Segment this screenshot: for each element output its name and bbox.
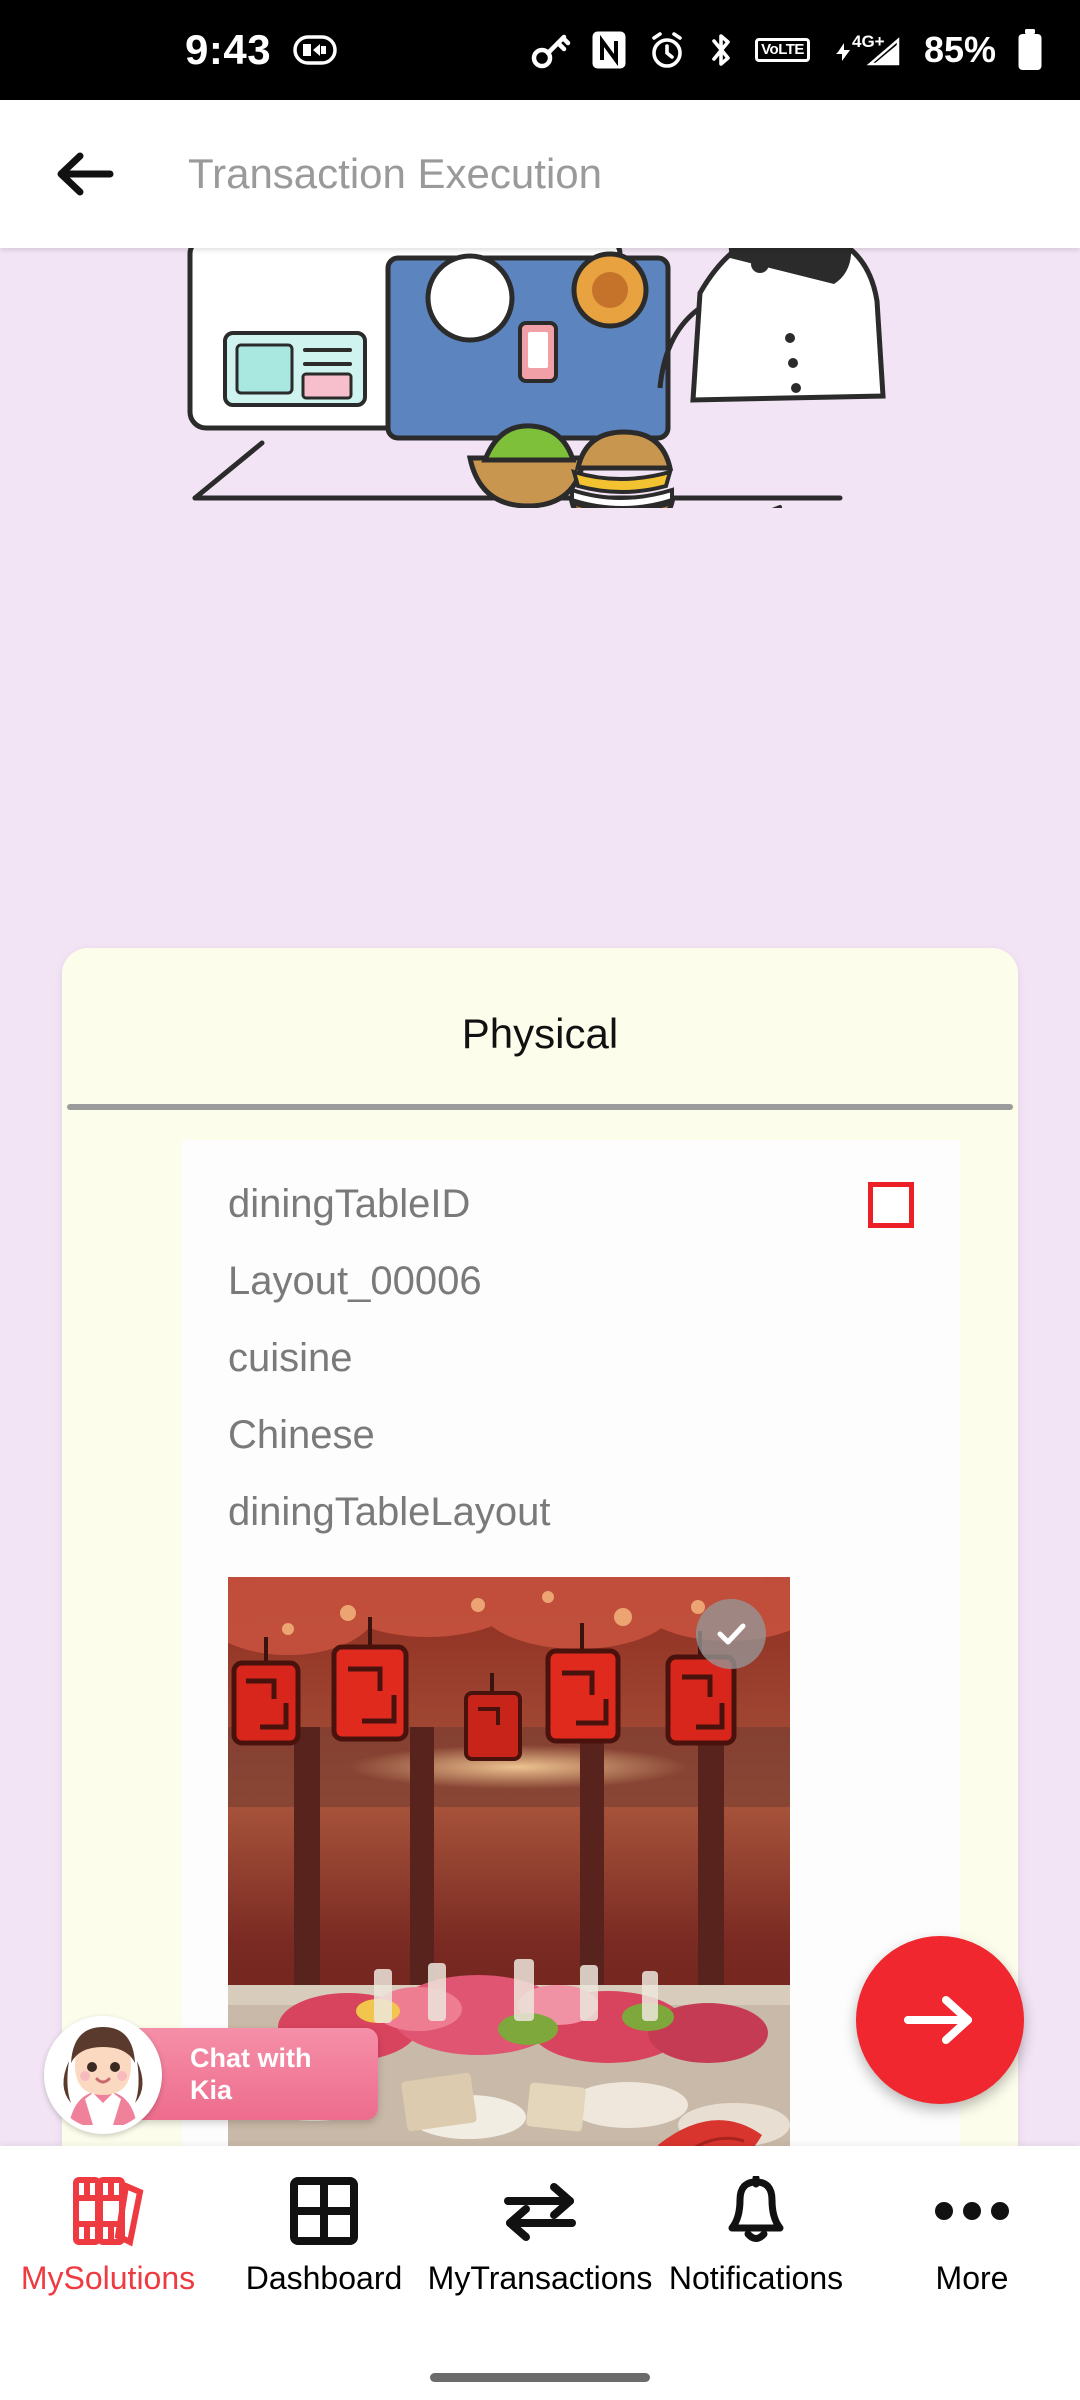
volte-icon: VoLTE — [755, 38, 810, 62]
field-value: Chinese — [228, 1413, 375, 1457]
ellipsis-icon — [934, 2172, 1010, 2250]
field-row[interactable]: diningTableLayout — [182, 1474, 960, 1551]
field-row[interactable]: diningTableID — [182, 1166, 960, 1243]
status-bar: 9:43 VoLTE 4G+ 85% — [0, 0, 1080, 100]
grid-icon — [289, 2172, 359, 2250]
nav-item-mytransactions[interactable]: MyTransactions — [428, 2172, 652, 2297]
chat-label-line2: Kia — [190, 2075, 233, 2105]
nav-label: Notifications — [668, 2260, 844, 2296]
fields-panel: diningTableID Layout_00006 cuisine Chine… — [182, 1140, 960, 2146]
status-bar-left: 9:43 — [185, 26, 337, 74]
books-icon — [70, 2172, 146, 2250]
bottom-navigation: MySolutions Dashboard MyTransactions Not… — [0, 2146, 1080, 2400]
field-value: Layout_00006 — [228, 1259, 482, 1303]
field-label: diningTableLayout — [228, 1490, 551, 1534]
cast-icon — [293, 35, 337, 65]
card-divider — [67, 1104, 1013, 1110]
nav-item-dashboard[interactable]: Dashboard — [216, 2172, 432, 2297]
home-indicator[interactable] — [430, 2373, 650, 2382]
field-label: diningTableID — [228, 1182, 471, 1226]
arrow-right-icon — [904, 1996, 972, 2044]
bell-icon — [725, 2172, 787, 2250]
field-row[interactable]: Layout_00006 — [182, 1243, 960, 1320]
chat-label: Chat with Kia — [190, 2042, 312, 2106]
chat-with-kia-widget[interactable]: Chat with Kia — [44, 2016, 378, 2134]
nfc-icon — [591, 30, 627, 70]
photo-selected-badge[interactable] — [696, 1599, 766, 1669]
battery-percent: 85% — [923, 29, 996, 70]
card-title: Physical — [461, 1010, 619, 1057]
nav-label: MyTransactions — [427, 2260, 653, 2296]
field-checkbox[interactable] — [868, 1181, 914, 1228]
back-button[interactable] — [30, 146, 140, 202]
app-bar: Transaction Execution — [0, 100, 1080, 248]
chat-label-line1: Chat with — [190, 2043, 312, 2073]
nav-item-mysolutions[interactable]: MySolutions — [0, 2172, 216, 2297]
status-time: 9:43 — [185, 26, 272, 73]
nav-item-more[interactable]: More — [864, 2172, 1080, 2297]
arrow-left-icon — [57, 152, 114, 196]
nav-label: Dashboard — [245, 2260, 403, 2296]
field-row[interactable]: cuisine — [182, 1320, 960, 1397]
svg-text:4G+: 4G+ — [852, 32, 885, 51]
page-title: Transaction Execution — [188, 150, 602, 197]
nav-label: MySolutions — [20, 2260, 196, 2296]
signal-icon: 4G+ — [830, 30, 904, 70]
status-bar-right: VoLTE 4G+ 85% — [531, 28, 1044, 72]
bluetooth-icon — [707, 30, 735, 70]
alarm-icon — [647, 30, 687, 70]
header-illustration — [0, 248, 1080, 508]
phone-screen: 9:43 VoLTE 4G+ 85% Transaction Execution… — [0, 0, 1080, 2400]
battery-icon — [1016, 28, 1044, 72]
volte-label: VoLTE — [761, 41, 804, 58]
next-fab-button[interactable] — [856, 1936, 1024, 2104]
field-label: cuisine — [228, 1336, 353, 1380]
nav-label: More — [935, 2260, 1009, 2296]
field-row[interactable]: Chinese — [182, 1397, 960, 1474]
scroll-content[interactable]: Physical diningTableID Layout_00006 cuis… — [0, 248, 1080, 2146]
swap-arrows-icon — [500, 2172, 580, 2250]
nav-item-notifications[interactable]: Notifications — [648, 2172, 864, 2297]
assistant-avatar[interactable] — [44, 2016, 162, 2134]
check-icon — [717, 1623, 746, 1645]
key-icon — [531, 30, 571, 70]
